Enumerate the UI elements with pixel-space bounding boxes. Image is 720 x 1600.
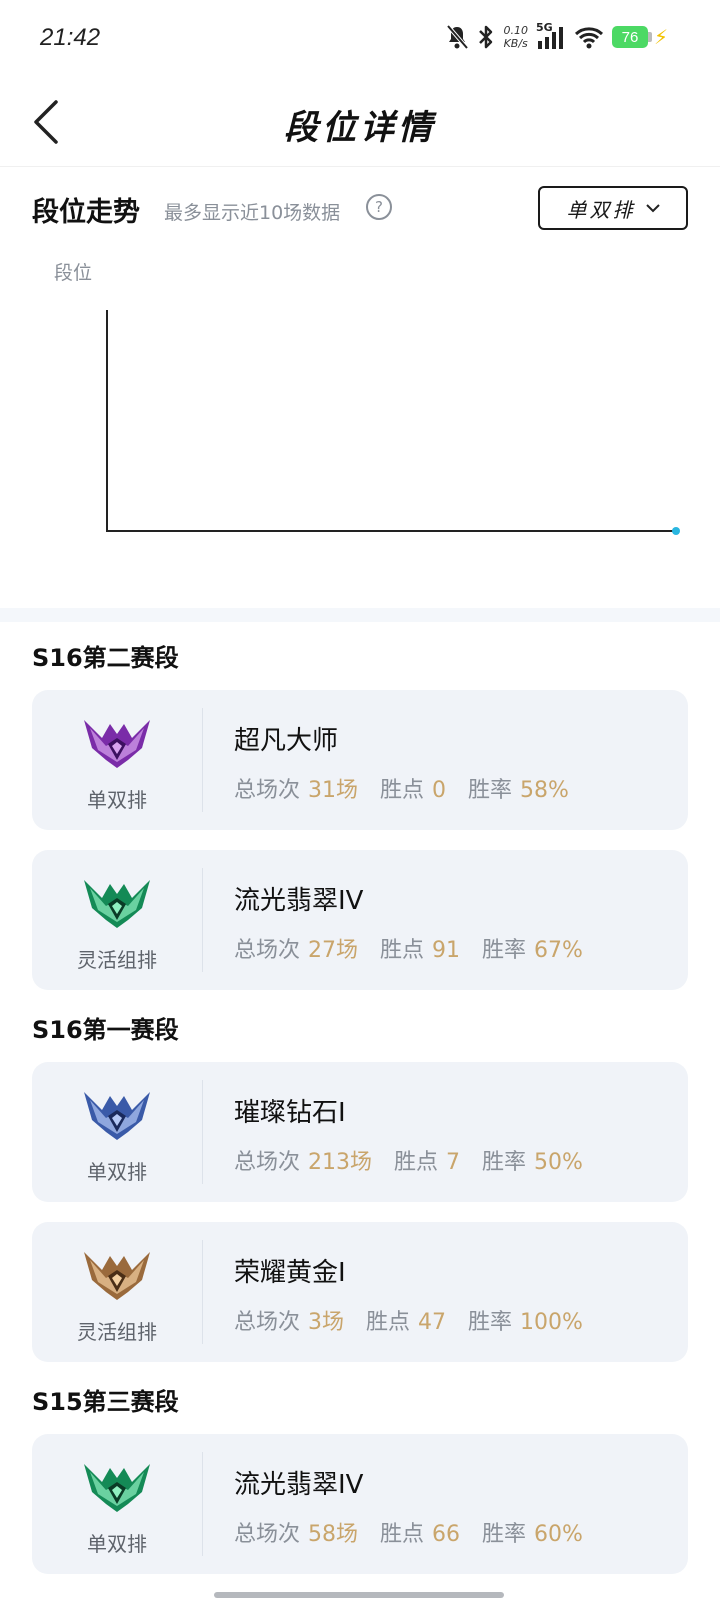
rank-card[interactable]: 灵活组排 荣耀黄金I 总场次 3场 胜点 47 胜率 100% (32, 1222, 688, 1362)
card-separator (202, 1080, 203, 1184)
battery-indicator: 76 ⚡ (611, 25, 668, 49)
rank-trend-chart (106, 310, 680, 535)
total-games-label: 总场次 (234, 1310, 301, 1335)
win-rate-label: 胜率 (468, 778, 513, 803)
queue-label: 单双排 (87, 788, 147, 812)
bell-muted-icon (445, 24, 469, 50)
card-separator (202, 1240, 203, 1344)
rank-name: 流光翡翠IV (234, 1470, 364, 1500)
app-header: 段位详情 (0, 80, 720, 167)
rank-card[interactable]: 单双排 超凡大师总场次 31场 胜点 0 胜率 58% (32, 690, 688, 830)
total-games-label: 总场次 (234, 1522, 301, 1547)
network-speed: 0.10 KB/s (503, 24, 528, 50)
rank-name: 流光翡翠IV (234, 886, 364, 916)
card-separator (202, 1452, 203, 1556)
win-rate-label: 胜率 (468, 1310, 513, 1335)
emerald-emblem-icon (82, 1458, 152, 1514)
league-points-value: 0 (432, 778, 447, 803)
total-games-label: 总场次 (234, 1150, 301, 1175)
league-points-label: 胜点 (380, 1522, 425, 1547)
queue-label: 单双排 (87, 1160, 147, 1184)
total-games-value: 31场 (308, 778, 359, 803)
diamond-emblem-icon (82, 1086, 152, 1142)
rank-stats: 总场次 58场 胜点 66 胜率 60% (234, 1516, 605, 1548)
season-list: S16第二赛段 单双排 超凡大师 总场次 31场 胜点 0 胜率 58% 灵活组排 流光翡翠IV 总场… (32, 632, 688, 1594)
total-games-value: 213场 (308, 1150, 373, 1175)
queue-label: 单双排 (87, 1532, 147, 1556)
battery-level: 76 (611, 26, 648, 48)
league-points-label: 胜点 (380, 778, 425, 803)
status-bar: 21:42 0.10 KB/s 5G 76 ⚡ (0, 0, 720, 80)
master-emblem-icon (82, 714, 152, 770)
rank-card[interactable]: 单双排 流光翡翠IV 总场次 58场 胜点 66 胜率 60% (32, 1434, 688, 1574)
win-rate-value: 50% (534, 1150, 583, 1175)
battery-tip (647, 32, 652, 42)
win-rate-value: 58% (520, 778, 569, 803)
data-point (672, 527, 680, 535)
rank-emblem-block: 灵活组排 (32, 1222, 202, 1362)
chevron-down-icon (645, 204, 660, 213)
league-points-value: 47 (418, 1310, 447, 1335)
bluetooth-icon (477, 24, 495, 50)
win-rate-value: 100% (520, 1310, 583, 1335)
season-title: S16第二赛段 (32, 644, 179, 672)
rank-stats: 总场次 27场 胜点 91 胜率 67% (234, 932, 605, 964)
page-title: 段位详情 (284, 108, 436, 148)
league-points-label: 胜点 (394, 1150, 439, 1175)
network-type: 5G (535, 21, 553, 34)
home-indicator[interactable] (214, 1592, 504, 1598)
help-icon[interactable]: ? (366, 194, 392, 220)
queue-label: 灵活组排 (77, 1320, 157, 1344)
rank-emblem-block: 单双排 (32, 1062, 202, 1202)
rank-stats: 总场次 31场 胜点 0 胜率 58% (234, 772, 591, 804)
rank-emblem-block: 灵活组排 (32, 850, 202, 990)
trend-title: 段位走势 (32, 197, 140, 228)
queue-label: 灵活组排 (77, 948, 157, 972)
wifi-icon (574, 25, 604, 49)
win-rate-value: 67% (534, 938, 583, 963)
league-points-label: 胜点 (380, 938, 425, 963)
win-rate-label: 胜率 (482, 1150, 527, 1175)
trend-header: 段位走势 最多显示近10场数据 ? 单双排 (32, 186, 688, 236)
league-points-value: 66 (432, 1522, 461, 1547)
rank-stats: 总场次 213场 胜点 7 胜率 50% (234, 1144, 605, 1176)
rank-emblem-block: 单双排 (32, 1434, 202, 1574)
win-rate-label: 胜率 (482, 938, 527, 963)
season-title: S16第一赛段 (32, 1016, 179, 1044)
league-points-value: 7 (446, 1150, 461, 1175)
win-rate-value: 60% (534, 1522, 583, 1547)
win-rate-label: 胜率 (482, 1522, 527, 1547)
rank-stats: 总场次 3场 胜点 47 胜率 100% (234, 1304, 605, 1336)
signal-5g-icon: 5G (535, 21, 566, 51)
rank-emblem-block: 单双排 (32, 690, 202, 830)
rank-card[interactable]: 单双排 璀璨钻石I 总场次 213场 胜点 7 胜率 50% (32, 1062, 688, 1202)
clock: 21:42 (40, 24, 101, 51)
card-separator (202, 868, 203, 972)
emerald-emblem-icon (82, 874, 152, 930)
trend-subtitle: 最多显示近10场数据 (164, 202, 341, 224)
total-games-label: 总场次 (234, 778, 301, 803)
card-separator (202, 708, 203, 812)
section-divider (0, 608, 720, 622)
chart-y-axis-label: 段位 (54, 262, 93, 284)
network-speed-unit: KB/s (503, 37, 528, 50)
status-icons: 0.10 KB/s 5G 76 ⚡ (445, 21, 668, 52)
season-title: S15第三赛段 (32, 1388, 179, 1416)
total-games-value: 58场 (308, 1522, 359, 1547)
total-games-value: 3场 (308, 1310, 345, 1335)
league-points-label: 胜点 (366, 1310, 411, 1335)
queue-mode-dropdown[interactable]: 单双排 (538, 186, 688, 230)
total-games-label: 总场次 (234, 938, 301, 963)
rank-name: 超凡大师 (234, 726, 339, 756)
queue-mode-value: 单双排 (566, 197, 636, 222)
rank-card[interactable]: 灵活组排 流光翡翠IV 总场次 27场 胜点 91 胜率 67% (32, 850, 688, 990)
rank-name: 荣耀黄金I (234, 1258, 346, 1288)
charging-bolt-icon: ⚡ (653, 25, 668, 49)
total-games-value: 27场 (308, 938, 359, 963)
gold-emblem-icon (82, 1246, 152, 1302)
league-points-value: 91 (432, 938, 461, 963)
rank-name: 璀璨钻石I (234, 1098, 346, 1128)
network-speed-value: 0.10 (503, 24, 528, 37)
